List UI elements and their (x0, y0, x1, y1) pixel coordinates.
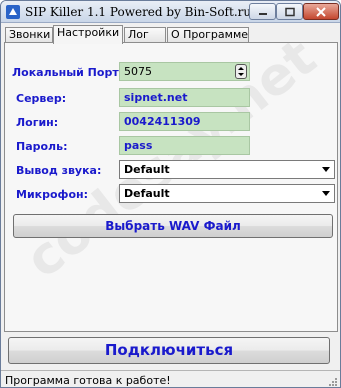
dropdown-arrow-icon[interactable] (322, 191, 330, 197)
tab-calls[interactable]: Звонки (5, 27, 53, 43)
app-icon[interactable] (5, 4, 21, 20)
mic-value: Default (124, 187, 170, 200)
spin-up-icon[interactable] (238, 67, 244, 70)
window-title: SIP Killer 1.1 Powered by Bin-Soft.ru (25, 5, 252, 19)
dropdown-arrow-icon[interactable] (322, 167, 330, 173)
password-label: Пароль: (16, 140, 68, 153)
audio-out-select[interactable]: Default (119, 160, 335, 179)
login-input[interactable]: 0042411309 (119, 112, 250, 131)
resize-grip-icon[interactable] (327, 376, 338, 387)
connect-button[interactable]: Подключиться (8, 337, 330, 364)
minimize-icon (258, 12, 267, 15)
choose-wav-button[interactable]: Выбрать WAV Файл (13, 214, 333, 238)
maximize-icon (284, 7, 295, 16)
tab-settings[interactable]: Настройки (53, 25, 123, 44)
audio-out-value: Default (124, 163, 170, 176)
status-text: Программа готова к работе! (5, 374, 171, 387)
mic-label: Микрофон: (16, 188, 89, 201)
password-input[interactable]: pass (119, 136, 250, 155)
app-window: SIP Killer 1.1 Powered by Bin-Soft.ru Зв… (0, 0, 341, 388)
title-bar[interactable]: SIP Killer 1.1 Powered by Bin-Soft.ru (1, 1, 340, 23)
server-label: Сервер: (16, 92, 67, 105)
port-value: 5075 (124, 65, 152, 78)
port-spinner[interactable] (235, 64, 247, 79)
port-input[interactable]: 5075 (119, 62, 250, 81)
tab-log[interactable]: Лог (124, 27, 166, 43)
audio-out-label: Вывод звука: (16, 164, 102, 177)
status-bar: Программа готова к работе! (1, 370, 340, 387)
server-input[interactable]: sipnet.net (119, 88, 250, 107)
close-button[interactable] (303, 3, 339, 20)
close-icon (316, 6, 326, 17)
settings-panel: codesay.net Локальный Порт: 5075 Сервер:… (4, 28, 338, 332)
tab-about[interactable]: О Программе (167, 27, 249, 43)
mic-select[interactable]: Default (119, 184, 335, 203)
maximize-button[interactable] (276, 3, 303, 20)
login-label: Логин: (16, 116, 59, 129)
spin-down-icon[interactable] (238, 73, 244, 76)
port-label: Локальный Порт: (12, 66, 124, 79)
minimize-button[interactable] (249, 3, 276, 20)
